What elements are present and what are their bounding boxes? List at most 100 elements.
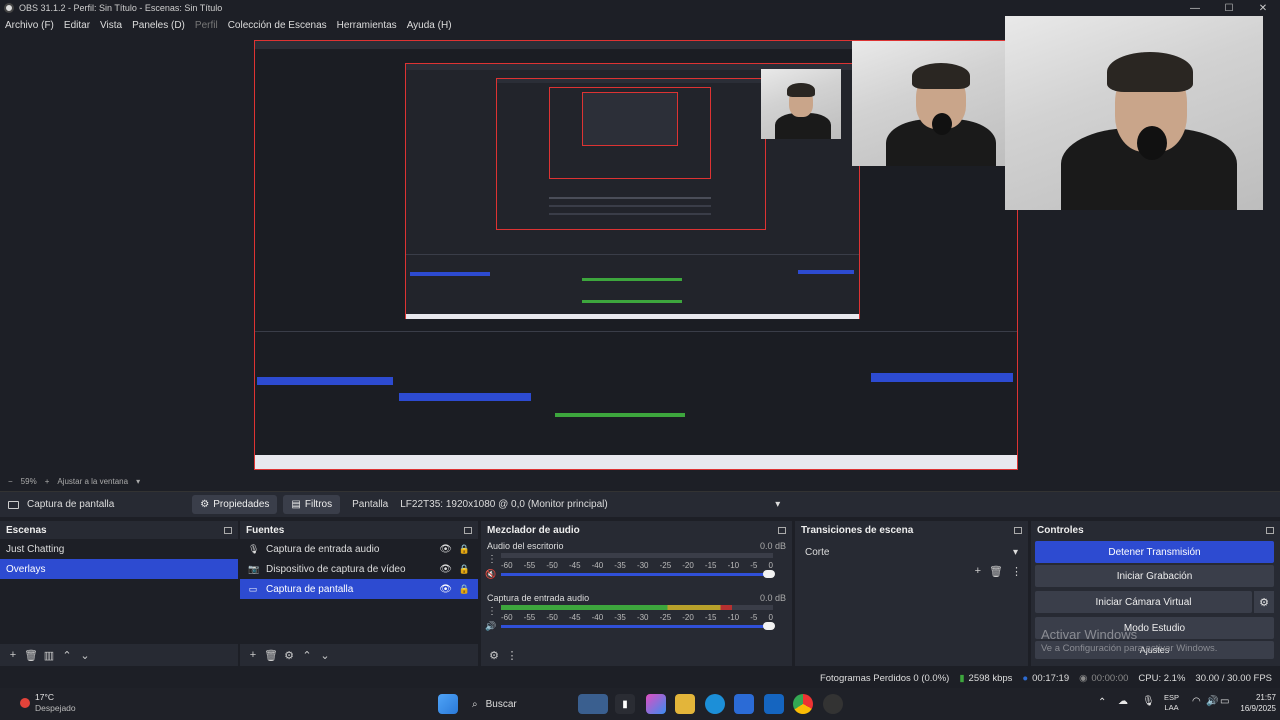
chevron-down-icon[interactable]: ▾	[136, 477, 140, 486]
menu-ayuda[interactable]: Ayuda (H)	[402, 20, 457, 31]
stream-time-value: 00:17:19	[1032, 672, 1070, 684]
chrome-icon[interactable]	[793, 694, 813, 714]
stop-stream-button[interactable]: Detener Transmisión	[1035, 541, 1274, 563]
eye-icon[interactable]: 👁	[439, 544, 452, 555]
move-down-icon[interactable]: ⌄	[76, 649, 94, 662]
filters-button[interactable]: ▤ Filtros	[283, 495, 341, 514]
properties-button[interactable]: ⚙ Propiedades	[192, 495, 278, 514]
lock-icon[interactable]: 🔒	[459, 584, 470, 595]
copilot-icon[interactable]	[646, 694, 666, 714]
scale-tick: -55	[523, 561, 536, 570]
windows-start-icon[interactable]	[438, 694, 458, 714]
monitor-icon: ▭	[248, 583, 258, 594]
stream-time: ● 00:17:19	[1022, 673, 1069, 684]
kebab-menu-icon[interactable]: ⋮	[487, 606, 497, 617]
preview-area	[0, 16, 1280, 474]
menu-coleccion-escenas[interactable]: Colección de Escenas	[223, 20, 332, 31]
filters-label: Filtros	[304, 499, 333, 510]
slider-knob[interactable]	[763, 570, 775, 578]
kebab-menu-icon[interactable]: ⋮	[503, 649, 521, 662]
mic-tray-icon[interactable]: 🎙	[1142, 696, 1155, 707]
outlook-icon[interactable]	[764, 694, 784, 714]
lock-icon[interactable]: 🔒	[459, 544, 470, 555]
weather-temp: 17°C	[35, 692, 54, 702]
preview-canvas[interactable]	[254, 40, 1018, 470]
eye-icon[interactable]: 👁	[439, 584, 452, 595]
cloud-icon[interactable]: ☁	[1118, 696, 1128, 707]
scale-tick: -55	[523, 613, 536, 622]
add-transition-icon[interactable]: +	[975, 565, 981, 578]
advanced-audio-icon[interactable]: ⚙	[485, 649, 503, 662]
scale-tick: -5	[750, 613, 758, 622]
taskbar-search[interactable]: ⌕ Buscar	[466, 693, 566, 715]
move-down-icon[interactable]: ⌄	[316, 649, 334, 662]
menu-herramientas[interactable]: Herramientas	[332, 20, 402, 31]
kebab-menu-icon[interactable]: ⋮	[487, 554, 497, 565]
undock-icon[interactable]	[464, 526, 472, 534]
screen-select-value: LF22T35: 1920x1080 @ 0,0 (Monitor princi…	[400, 499, 608, 510]
source-item-screen-capture[interactable]: ▭ Captura de pantalla 👁 🔒	[240, 579, 478, 599]
eye-icon[interactable]: 👁	[439, 564, 452, 575]
add-scene-icon[interactable]: +	[4, 649, 22, 661]
scenes-list: Just Chatting Overlays	[0, 539, 238, 644]
remove-transition-icon[interactable]: 🗑	[989, 565, 1003, 578]
fit-to-window-button[interactable]: Ajustar a la ventana	[57, 477, 128, 486]
menu-archivo[interactable]: Archivo (F)	[0, 20, 59, 31]
transition-select[interactable]: Corte ▾	[799, 543, 1024, 561]
menu-perfil[interactable]: Perfil	[190, 20, 223, 31]
signal-icon: ▮	[959, 672, 965, 684]
obs-icon[interactable]	[823, 694, 843, 714]
speaker-icon[interactable]: 🔊	[485, 621, 496, 632]
undock-icon[interactable]	[1266, 526, 1274, 534]
remove-source-icon[interactable]: 🗑	[262, 649, 280, 662]
source-item-video-device[interactable]: 📷 Dispositivo de captura de vídeo 👁 🔒	[240, 559, 478, 579]
sources-list: 🎙 Captura de entrada audio 👁 🔒 📷 Disposi…	[240, 539, 478, 644]
source-item-audio-input[interactable]: 🎙 Captura de entrada audio 👁 🔒	[240, 539, 478, 559]
zoom-in-button[interactable]: +	[45, 477, 50, 486]
controls-dock-title: Controles	[1031, 521, 1280, 539]
volume-icon[interactable]: 🔊	[1206, 696, 1218, 707]
close-button[interactable]: ✕	[1246, 0, 1280, 16]
source-properties-icon[interactable]: ⚙	[280, 649, 298, 662]
menu-paneles[interactable]: Paneles (D)	[127, 20, 190, 31]
weather-widget[interactable]: 17°C Despejado	[20, 692, 76, 714]
scene-item-overlays[interactable]: Overlays	[0, 559, 238, 579]
tray-chevron-icon[interactable]: ⌃	[1098, 697, 1106, 708]
edge-icon[interactable]	[705, 694, 725, 714]
start-virtual-cam-button[interactable]: Iniciar Cámara Virtual	[1035, 591, 1252, 613]
scene-item-just-chatting[interactable]: Just Chatting	[0, 539, 238, 559]
minimize-button[interactable]: —	[1178, 0, 1212, 16]
muted-speaker-icon[interactable]: 🔇	[485, 569, 496, 580]
slider-knob[interactable]	[763, 622, 775, 630]
undock-icon[interactable]	[778, 526, 786, 534]
volume-slider[interactable]	[501, 622, 775, 630]
move-up-icon[interactable]: ⌃	[298, 649, 316, 662]
widgets-icon[interactable]	[578, 694, 608, 714]
terminal-icon[interactable]: ▮	[615, 694, 635, 714]
store-icon[interactable]	[734, 694, 754, 714]
start-recording-button[interactable]: Iniciar Grabación	[1035, 565, 1274, 587]
screen-select[interactable]: LF22T35: 1920x1080 @ 0,0 (Monitor princi…	[394, 495, 787, 514]
scene-filters-icon[interactable]: ▥	[40, 649, 58, 662]
language-indicator[interactable]: ESP LAA	[1164, 693, 1179, 713]
maximize-button[interactable]: ☐	[1212, 0, 1246, 16]
move-up-icon[interactable]: ⌃	[58, 649, 76, 662]
zoom-out-button[interactable]: −	[8, 477, 13, 486]
remove-scene-icon[interactable]: 🗑	[22, 649, 40, 662]
undock-icon[interactable]	[224, 526, 232, 534]
wifi-icon[interactable]: ◠	[1192, 696, 1201, 707]
kebab-menu-icon[interactable]: ⋮	[1011, 565, 1022, 578]
volume-slider[interactable]	[501, 570, 775, 578]
menu-editar[interactable]: Editar	[59, 20, 95, 31]
lock-icon[interactable]: 🔒	[459, 564, 470, 575]
dropped-frames: Fotogramas Perdidos 0 (0.0%)	[819, 672, 950, 684]
menu-vista[interactable]: Vista	[95, 20, 127, 31]
clock[interactable]: 21:57 16/9/2025	[1222, 692, 1276, 714]
scale-tick: -15	[704, 613, 717, 622]
add-source-icon[interactable]: +	[244, 649, 262, 661]
scale-tick: -35	[614, 613, 626, 622]
gear-icon[interactable]: ⚙	[1254, 591, 1274, 613]
undock-icon[interactable]	[1014, 526, 1022, 534]
scenes-toolbar: + 🗑 ▥ ⌃ ⌄	[0, 644, 238, 666]
folder-icon[interactable]	[675, 694, 695, 714]
